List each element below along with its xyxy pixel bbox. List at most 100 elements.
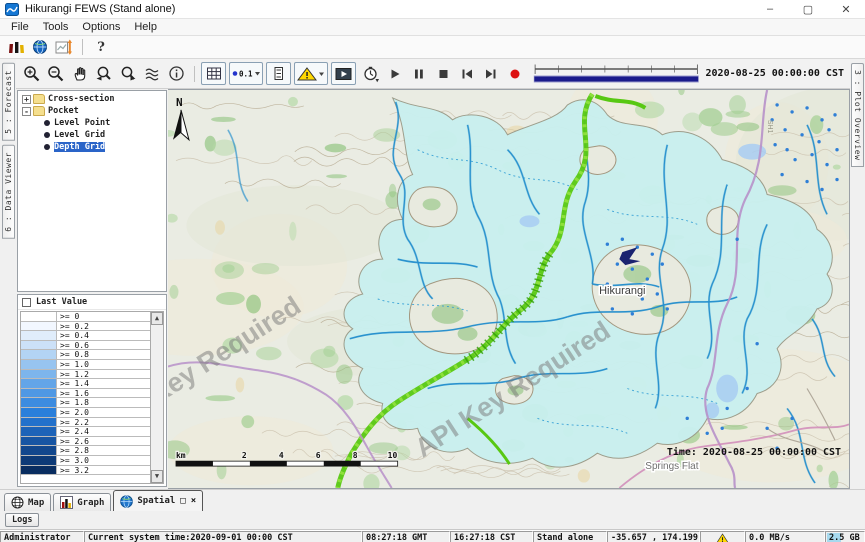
status-memory: 2.5 GB (825, 531, 865, 542)
level-point-dot (805, 180, 808, 183)
tab-plot-overview[interactable]: 3 : Plot Overview (851, 63, 864, 167)
map-canvas[interactable]: Hikurangi Springs Flat SH1 API Key Requi… (168, 89, 850, 489)
legend-entry[interactable]: >= 0 (21, 312, 150, 322)
legend-entry[interactable]: >= 1.0 (21, 360, 150, 370)
legend-table: >= 0>= 0.2>= 0.4>= 0.6>= 0.8>= 1.0>= 1.2… (21, 312, 150, 483)
scroll-track[interactable] (151, 325, 163, 470)
legend-color-swatch (21, 370, 57, 379)
menu-tools[interactable]: Tools (36, 21, 76, 33)
tree-item-level-grid[interactable]: Level Grid (18, 129, 166, 141)
right-tab-strip: 3 : Plot Overview (850, 59, 865, 489)
logs-button[interactable]: Logs (5, 513, 39, 527)
warning-dropdown[interactable] (294, 62, 328, 85)
timer-icon[interactable] (359, 63, 383, 85)
legend-entry-label: >= 2.2 (57, 418, 150, 427)
legend-entry-label: >= 2.6 (57, 437, 150, 446)
contour-interval-dropdown[interactable]: 0.1 (229, 62, 263, 85)
scroll-down-icon[interactable]: ▼ (151, 470, 163, 483)
legend-color-swatch (21, 456, 57, 465)
level-point-dot (656, 292, 659, 295)
legend-entry[interactable]: >= 1.8 (21, 398, 150, 408)
legend-entry[interactable]: >= 0.8 (21, 350, 150, 360)
level-point-dot (666, 307, 669, 310)
tree-item-depth-grid[interactable]: Depth Grid (18, 141, 166, 153)
menu-file[interactable]: File (4, 21, 36, 33)
node-bullet-icon (44, 144, 50, 150)
scroll-up-icon[interactable]: ▲ (151, 312, 163, 325)
tree-item-pocket[interactable]: -Pocket (18, 105, 166, 117)
legend-entry[interactable]: >= 1.4 (21, 379, 150, 389)
tab-forecast[interactable]: 5 : Forecast (2, 63, 15, 141)
legend-entry-label: >= 2.0 (57, 408, 150, 417)
legend-entry-label: >= 0.2 (57, 322, 150, 331)
legend-color-swatch (21, 312, 57, 321)
legend-entry-label: >= 1.2 (57, 370, 150, 379)
animation-panel-button[interactable] (331, 62, 356, 85)
folder-icon (33, 106, 45, 116)
tab-close-icon[interactable]: × (191, 496, 196, 506)
step-forward-button[interactable] (479, 63, 503, 85)
tab-data-viewer[interactable]: 6 : Data Viewer (2, 145, 15, 239)
tree-expander-icon[interactable]: + (22, 95, 31, 104)
menu-help[interactable]: Help (127, 21, 164, 33)
status-warning-cell (700, 531, 745, 542)
last-value-checkbox[interactable] (22, 298, 31, 307)
level-point-dot (616, 262, 619, 265)
database-icon[interactable] (4, 37, 28, 57)
legend-entry[interactable]: >= 0.2 (21, 322, 150, 332)
tree-expander-icon[interactable]: - (22, 107, 31, 116)
level-point-dot (611, 307, 614, 310)
node-bullet-icon (44, 120, 50, 126)
warning-icon[interactable] (716, 533, 729, 542)
legend-entry[interactable]: >= 2.6 (21, 437, 150, 447)
legend-entry[interactable]: >= 2.4 (21, 427, 150, 437)
timeline-slider[interactable] (533, 63, 700, 84)
legend-color-swatch (21, 322, 57, 331)
level-point-dot (686, 417, 689, 420)
tree-item-level-point[interactable]: Level Point (18, 117, 166, 129)
legend-color-swatch (21, 331, 57, 340)
level-point-dot (820, 118, 823, 121)
svg-text:2: 2 (242, 451, 247, 460)
legend-entry-label: >= 1.8 (57, 398, 150, 407)
legend-entry[interactable]: >= 3.2 (21, 466, 150, 476)
minimize-button[interactable]: – (751, 0, 789, 18)
zoom-in-icon[interactable] (20, 63, 44, 85)
legend-entry[interactable]: >= 0.4 (21, 331, 150, 341)
menu-options[interactable]: Options (75, 21, 127, 33)
zoom-next-icon[interactable] (116, 63, 140, 85)
legend-button[interactable] (266, 62, 291, 85)
help-button[interactable]: ? (89, 37, 113, 57)
chart-export-icon[interactable] (52, 37, 76, 57)
stop-button[interactable] (431, 63, 455, 85)
tab-map[interactable]: Map (4, 493, 51, 511)
legend-entry[interactable]: >= 0.6 (21, 341, 150, 351)
legend-entry[interactable]: >= 3.0 (21, 456, 150, 466)
globe-icon[interactable] (28, 37, 52, 57)
info-icon[interactable] (164, 63, 188, 85)
legend-entry-label: >= 0 (57, 312, 150, 321)
step-back-button[interactable] (455, 63, 479, 85)
record-button[interactable] (503, 63, 527, 85)
legend-entry[interactable]: >= 2.8 (21, 446, 150, 456)
level-point-dot (725, 407, 728, 410)
pause-button[interactable] (407, 63, 431, 85)
tab-graph[interactable]: Graph (53, 493, 111, 511)
tree-item-cross-section[interactable]: +Cross-section (18, 93, 166, 105)
close-button[interactable]: ✕ (827, 0, 865, 18)
zoom-previous-icon[interactable] (92, 63, 116, 85)
legend-entry[interactable]: >= 1.6 (21, 389, 150, 399)
level-point-dot (621, 238, 624, 241)
tab-spatial[interactable]: Spatial □ × (113, 490, 203, 511)
layers-icon[interactable] (140, 63, 164, 85)
legend-entry[interactable]: >= 1.2 (21, 370, 150, 380)
zoom-out-icon[interactable] (44, 63, 68, 85)
play-button[interactable] (383, 63, 407, 85)
pan-icon[interactable] (68, 63, 92, 85)
legend-scrollbar[interactable]: ▲ ▼ (150, 312, 163, 483)
tab-restore-icon[interactable]: □ (180, 496, 185, 506)
legend-entry[interactable]: >= 2.0 (21, 408, 150, 418)
legend-entry[interactable]: >= 2.2 (21, 418, 150, 428)
maximize-button[interactable]: ▢ (789, 0, 827, 18)
grid-display-button[interactable] (201, 62, 226, 85)
